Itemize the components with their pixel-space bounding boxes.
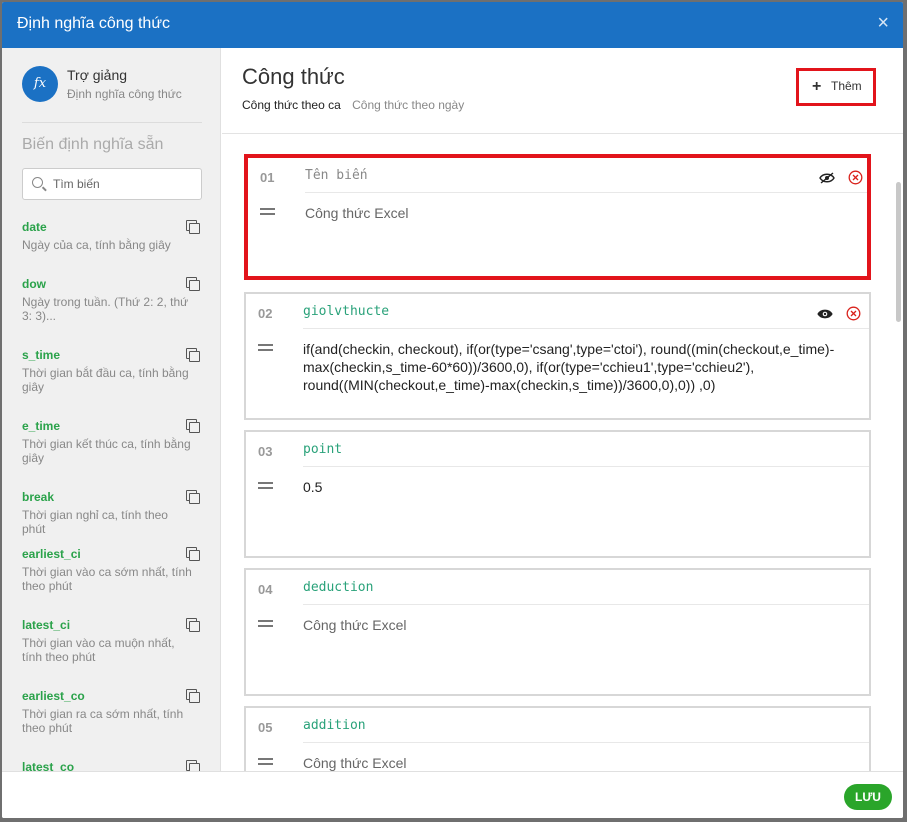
card-divider <box>303 604 869 605</box>
formula-dialog: Định nghĩa công thức × fx Trợ giảng Định… <box>2 2 903 818</box>
copy-icon[interactable] <box>186 689 200 703</box>
variable-name-input[interactable]: Tên biến <box>305 168 368 183</box>
formula-tabs: Công thức theo ca Công thức theo ngày <box>242 98 472 112</box>
variable-description: Thời gian vào ca muộn nhất, tính theo ph… <box>22 636 175 664</box>
variable-name-input[interactable]: deduction <box>303 580 373 595</box>
formula-card: 03 point 0.5 <box>244 430 871 558</box>
page-title: Công thức <box>242 64 345 89</box>
variable-item-latest_ci[interactable]: latest_ci Thời gian vào ca muộn nhất, tí… <box>22 618 202 664</box>
copy-icon[interactable] <box>186 618 200 632</box>
copy-icon[interactable] <box>186 277 200 291</box>
variable-name-input[interactable]: addition <box>303 718 366 733</box>
drag-handle-icon[interactable] <box>258 344 273 351</box>
sidebar-title: Trợ giảng <box>67 67 128 83</box>
eye-off-icon[interactable] <box>819 172 835 184</box>
variable-description: Thời gian kết thúc ca, tính bằng giây <box>22 437 191 465</box>
formula-card: 01 Tên biến Công thức Excel <box>244 154 871 280</box>
variable-item-latest_co[interactable]: latest_co <box>22 760 202 771</box>
search-icon <box>32 177 43 188</box>
variable-item-earliest_co[interactable]: earliest_co Thời gian ra ca sớm nhất, tí… <box>22 689 202 735</box>
sidebar-divider <box>22 122 202 123</box>
variable-name: earliest_ci <box>22 547 81 561</box>
plus-icon: + <box>812 78 822 95</box>
formula-card: 04 deduction Công thức Excel <box>244 568 871 696</box>
save-button[interactable]: LƯU <box>844 784 892 810</box>
variable-name: break <box>22 490 55 504</box>
card-divider <box>305 192 867 193</box>
variable-description: Thời gian ra ca sớm nhất, tính theo phút <box>22 707 184 735</box>
formula-number: 01 <box>260 170 275 185</box>
add-button-label: Thêm <box>831 79 862 93</box>
variable-item-date[interactable]: date Ngày của ca, tính bằng giây <box>22 220 202 252</box>
copy-icon[interactable] <box>186 419 200 433</box>
predefined-variables-heading: Biến định nghĩa sẵn <box>22 136 164 153</box>
formula-panel-header: Công thức Công thức theo ca Công thức th… <box>222 48 903 134</box>
formula-number: 04 <box>258 582 273 597</box>
card-divider <box>303 466 869 467</box>
variable-name-input[interactable]: point <box>303 442 342 457</box>
variable-item-break[interactable]: break Thời gian nghỉ ca, tính theo phút <box>22 490 202 536</box>
remove-icon[interactable] <box>848 170 863 185</box>
variable-name: date <box>22 220 47 234</box>
variable-name-input[interactable]: giolvthucte <box>303 304 389 319</box>
drag-handle-icon[interactable] <box>258 758 273 765</box>
copy-icon[interactable] <box>186 490 200 504</box>
add-formula-button[interactable]: + Thêm <box>796 68 876 106</box>
formula-input[interactable]: Công thức Excel <box>303 754 843 771</box>
variable-name: latest_co <box>22 760 75 771</box>
formula-input[interactable]: if(and(checkin, checkout), if(or(type='c… <box>303 340 843 394</box>
variable-description: Ngày trong tuần. (Thứ 2: 2, thứ 3: 3)... <box>22 295 189 323</box>
formula-input[interactable]: Công thức Excel <box>303 616 843 634</box>
formula-input[interactable]: Công thức Excel <box>305 204 845 222</box>
variable-item-dow[interactable]: dow Ngày trong tuần. (Thứ 2: 2, thứ 3: 3… <box>22 277 202 323</box>
copy-icon[interactable] <box>186 760 200 771</box>
variable-description: Ngày của ca, tính bằng giây <box>22 238 171 252</box>
variable-item-earliest_ci[interactable]: earliest_ci Thời gian vào ca sớm nhất, t… <box>22 547 202 593</box>
function-icon: fx <box>22 66 58 102</box>
formula-number: 03 <box>258 444 273 459</box>
drag-handle-icon[interactable] <box>258 482 273 489</box>
search-input[interactable] <box>53 175 193 193</box>
formula-panel: Công thức Công thức theo ca Công thức th… <box>222 48 903 771</box>
variable-name: latest_ci <box>22 618 71 632</box>
formula-card: 05 addition Công thức Excel <box>244 706 871 771</box>
copy-icon[interactable] <box>186 547 200 561</box>
formula-number: 05 <box>258 720 273 735</box>
variable-description: Thời gian nghỉ ca, tính theo phút <box>22 508 168 536</box>
variable-name: s_time <box>22 348 61 362</box>
tab-daily-formula[interactable]: Công thức theo ngày <box>352 98 464 112</box>
scrollbar-thumb[interactable] <box>896 182 901 322</box>
close-icon[interactable]: × <box>877 13 889 33</box>
drag-handle-icon[interactable] <box>258 620 273 627</box>
remove-icon[interactable] <box>846 306 861 321</box>
variable-description: Thời gian bắt đầu ca, tính bằng giây <box>22 366 189 394</box>
variable-search[interactable] <box>22 168 202 200</box>
copy-icon[interactable] <box>186 220 200 234</box>
variable-item-s_time[interactable]: s_time Thời gian bắt đầu ca, tính bằng g… <box>22 348 202 394</box>
dialog-title: Định nghĩa công thức <box>17 15 171 32</box>
dialog-footer: LƯU <box>2 771 903 818</box>
variable-name: e_time <box>22 419 61 433</box>
tab-shift-formula[interactable]: Công thức theo ca <box>242 98 341 112</box>
variable-description: Thời gian vào ca sớm nhất, tính theo phú… <box>22 565 192 593</box>
formula-card: 02 giolvthucte if(and(checkin, checkout)… <box>244 292 871 420</box>
formula-number: 02 <box>258 306 273 321</box>
variable-name: earliest_co <box>22 689 85 703</box>
card-divider <box>303 742 869 743</box>
variable-item-e_time[interactable]: e_time Thời gian kết thúc ca, tính bằng … <box>22 419 202 465</box>
dialog-titlebar: Định nghĩa công thức × <box>2 2 903 48</box>
sidebar-subtitle: Định nghĩa công thức <box>67 87 182 101</box>
eye-icon[interactable] <box>817 308 833 320</box>
variables-sidebar: fx Trợ giảng Định nghĩa công thức Biến đ… <box>2 48 221 771</box>
formula-input[interactable]: 0.5 <box>303 478 843 496</box>
copy-icon[interactable] <box>186 348 200 362</box>
sidebar-header: fx Trợ giảng Định nghĩa công thức <box>22 66 202 122</box>
drag-handle-icon[interactable] <box>260 208 275 215</box>
variable-name: dow <box>22 277 46 291</box>
card-divider <box>303 328 869 329</box>
